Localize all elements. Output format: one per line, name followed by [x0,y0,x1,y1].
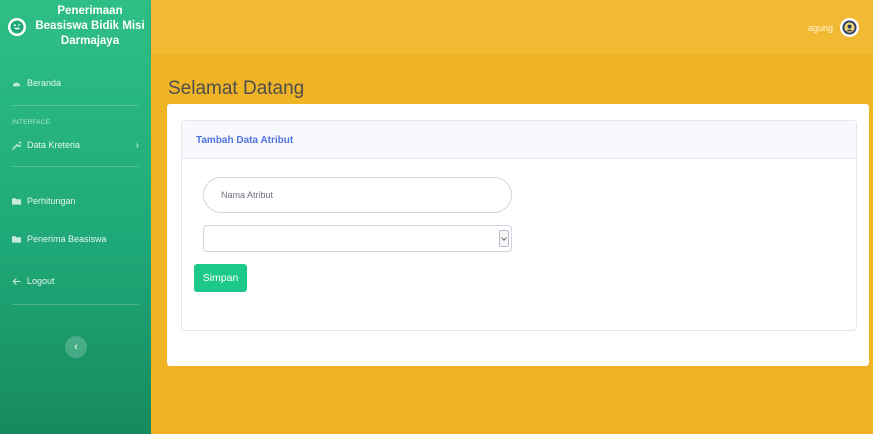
folder-icon [12,197,21,206]
main-content: Selamat Datang Tambah Data Atribut Nama … [151,54,873,434]
avatar [840,18,859,37]
input-placeholder: Nama Atribut [221,190,274,200]
tachometer-icon [12,79,21,88]
topbar: agung [151,0,873,54]
chevron-left-icon: ‹ [74,341,78,353]
sidebar-brand[interactable]: Penerimaan Beasiswa Bidik Misi Darmajaya [0,0,151,53]
sidebar-heading: INTERFACE [12,119,51,126]
sidebar-item-label: Logout [27,276,55,286]
wrench-icon [12,141,21,150]
chevron-right-icon: › [135,139,139,151]
content-panel: Tambah Data Atribut Nama Atribut Simpan [167,104,869,366]
chevron-down-icon [499,230,509,247]
sidebar-item-beranda[interactable]: Beranda [0,70,151,96]
sidebar-item-data-kreteria[interactable]: Data Kreteria › [0,132,151,158]
sidebar-item-perhitungan[interactable]: Perhitungan [0,188,151,214]
sidebar-item-label: Beranda [27,78,62,88]
attribute-name-input[interactable]: Nama Atribut [203,177,512,213]
attribute-select[interactable] [203,225,512,252]
page-title: Selamat Datang [168,78,305,99]
brand-title: Penerimaan Beasiswa Bidik Misi Darmajaya [35,5,145,47]
add-attribute-card: Tambah Data Atribut Nama Atribut Simpan [181,120,857,331]
laugh-wink-icon [8,17,26,36]
sidebar-item-label: Perhitungan [27,196,76,206]
sidebar-divider [12,304,139,305]
sidebar-toggle-button[interactable]: ‹ [65,336,87,358]
sidebar-item-logout[interactable]: Logout [0,268,151,294]
user-dropdown[interactable]: agung [808,18,859,37]
card-title: Tambah Data Atribut [182,121,856,159]
save-button[interactable]: Simpan [194,264,247,292]
folder-icon [12,235,21,244]
sidebar: Penerimaan Beasiswa Bidik Misi Darmajaya… [0,0,151,434]
sidebar-item-label: Penerima Beasiswa [27,234,107,244]
sidebar-item-label: Data Kreteria [27,140,81,150]
sidebar-item-penerima-beasiswa[interactable]: Penerima Beasiswa [0,226,151,252]
arrow-left-icon [12,277,21,286]
username: agung [807,22,833,33]
